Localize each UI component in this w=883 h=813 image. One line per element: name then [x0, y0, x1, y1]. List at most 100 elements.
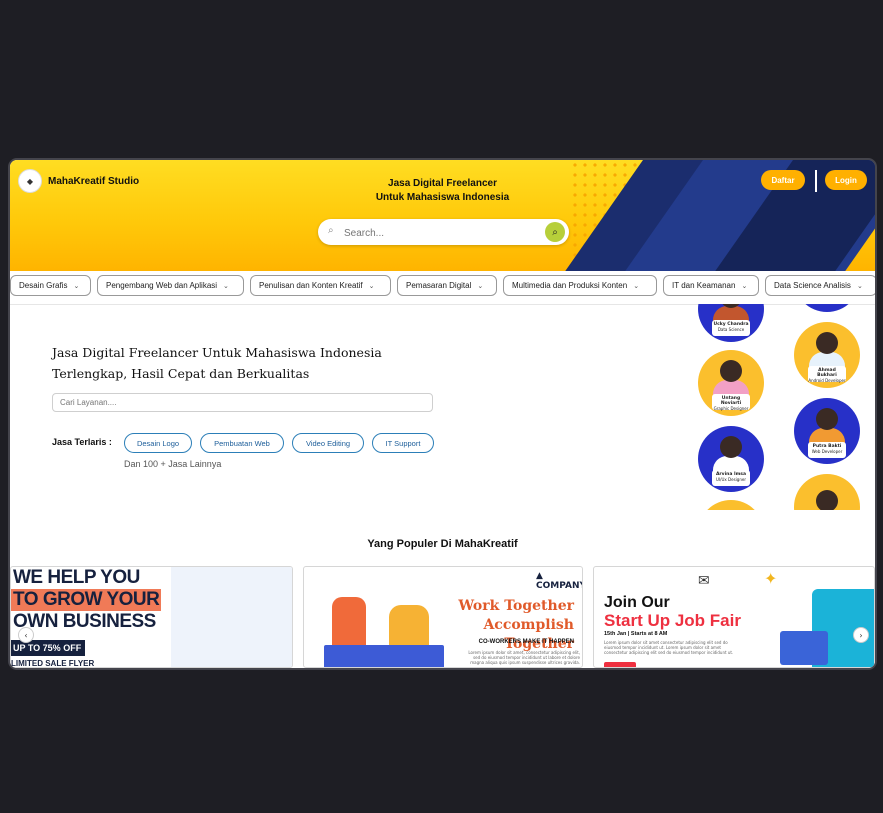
freelancer-name: Ahmad Bukhari [817, 368, 837, 378]
chip-it-support[interactable]: IT Support [372, 433, 434, 453]
service-search-input[interactable] [52, 393, 433, 412]
category-penulisan[interactable]: Penulisan dan Konten Kreatif ⌄ [250, 275, 391, 296]
chip-video-editing[interactable]: Video Editing [292, 433, 364, 453]
tagline-line: Jasa Digital Freelancer Untuk Mahasiswa … [52, 345, 382, 360]
chevron-right-icon: › [859, 630, 863, 640]
card-title-line: OWN BUSINESS [13, 611, 156, 632]
category-label: Multimedia dan Produksi Konten [512, 281, 628, 290]
header-search-input[interactable] [342, 223, 536, 243]
card-title-line: TO GROW YOUR [13, 589, 160, 610]
category-label: Desain Grafis [19, 281, 68, 290]
chevron-down-icon: ⌄ [477, 282, 484, 290]
freelancer-avatar[interactable] [794, 304, 860, 312]
card-title: Work Together Accomplish Together [434, 597, 574, 654]
chip-desain-logo[interactable]: Desain Logo [124, 433, 192, 453]
more-services-text: Dan 100 + Jasa Lainnya [124, 459, 222, 469]
card-title-line: Accomplish Together [483, 617, 574, 652]
card-title-line: WE HELP YOU [13, 567, 140, 588]
card-badge [604, 662, 636, 667]
divider [815, 170, 817, 192]
category-label: Data Science Analisis [774, 281, 851, 290]
headline-line: Untuk Mahasiswa Indonesia [375, 192, 510, 203]
category-bar: Desain Grafis ⌄ Pengembang Web dan Aplika… [10, 271, 875, 305]
hero-header: ◆ MahaKreatif Studio Jasa Digital Freela… [10, 160, 875, 271]
card-body: Lorem ipsum dolor sit amet, consectetur … [468, 650, 580, 665]
freelancer-avatar[interactable]: Putra Bakti Web Developer [794, 398, 860, 464]
freelancer-avatar[interactable]: Ucky Chandra Data Science [698, 304, 764, 342]
card-title-line: Join Our [604, 594, 670, 611]
popular-title: Yang Populer Di MahaKreatif [367, 538, 518, 550]
chevron-down-icon: ⌄ [223, 282, 229, 290]
freelancer-avatar[interactable]: Ahmad Bukhari Android Developer [794, 322, 860, 388]
card-footer: LIMITED SALE FLYER [11, 659, 95, 668]
category-label: Penulisan dan Konten Kreatif [259, 281, 363, 290]
freelancer-tag: Putra Bakti Web Developer [808, 442, 846, 458]
card-illustration [171, 567, 292, 667]
freelancer-role: UI/Ux Designer [716, 477, 746, 482]
freelancer-role: Android Developer [808, 378, 846, 383]
laptop-illustration [780, 631, 828, 665]
card-title-line: Start Up Job Fair [604, 611, 741, 630]
chevron-down-icon: ⌄ [633, 282, 640, 290]
category-pemasaran-digital[interactable]: Pemasaran Digital ⌄ [397, 275, 497, 296]
chevron-down-icon: ⌄ [73, 282, 80, 290]
header-search: ⌕ ⌕ [318, 219, 569, 245]
company-name: COMPANY [536, 581, 583, 591]
card-body: Lorem ipsum dolor sit amet consectetur a… [604, 640, 734, 655]
person-illustration [816, 332, 838, 354]
chevron-down-icon: ⌄ [856, 282, 863, 290]
tagline-line: Terlengkap, Hasil Cepat dan Berkualitas [52, 366, 310, 381]
card-title-line: Work Together [458, 598, 574, 614]
freelancer-avatar[interactable]: Untang Noviarti Graphic Designer [698, 350, 764, 416]
person-illustration [816, 490, 838, 510]
freelancer-role: Web Developer [811, 449, 843, 454]
popular-card[interactable]: Join Our Start Up Job Fair 15th Jan | St… [593, 566, 875, 668]
company-logo: ▲ COMPANY [536, 571, 583, 591]
register-button[interactable]: Daftar [761, 170, 805, 190]
freelancer-avatar[interactable] [698, 500, 764, 510]
header-headline: Jasa Digital Freelancer Untuk Mahasiswa … [10, 177, 875, 205]
category-desain-grafis[interactable]: Desain Grafis ⌄ [10, 275, 91, 296]
chevron-left-icon: ‹ [24, 630, 28, 640]
lightbulb-icon: ✦ [764, 569, 778, 588]
category-pengembang-web[interactable]: Pengembang Web dan Aplikasi ⌄ [97, 275, 244, 296]
search-icon: ⌕ [552, 226, 558, 238]
person-illustration [720, 436, 742, 458]
freelancer-role: Data Science [717, 327, 745, 332]
freelancer-name: Untang Noviarti [720, 396, 742, 406]
category-data-science[interactable]: Data Science Analisis ⌄ [765, 275, 875, 296]
search-button[interactable]: ⌕ [545, 222, 565, 242]
freelancer-avatar[interactable]: Arvina Imsa UI/Ux Designer [698, 426, 764, 492]
chip-pembuatan-web[interactable]: Pembuatan Web [200, 433, 284, 453]
freelancer-avatar[interactable] [794, 474, 860, 510]
chevron-down-icon: ⌄ [368, 282, 375, 290]
category-multimedia[interactable]: Multimedia dan Produksi Konten ⌄ [503, 275, 657, 296]
headline-line: Jasa Digital Freelancer [388, 178, 497, 189]
freelancer-role: Graphic Designer [713, 406, 749, 411]
category-it-keamanan[interactable]: IT dan Keamanan ⌄ [663, 275, 759, 296]
category-label: IT dan Keamanan [672, 281, 736, 290]
login-button[interactable]: Login [825, 170, 867, 190]
category-label: Pengembang Web dan Aplikasi [106, 281, 218, 290]
chevron-down-icon: ⌄ [741, 282, 748, 290]
person-illustration [816, 408, 838, 430]
envelope-icon: ✉ [698, 573, 710, 589]
card-subtitle: CO-WORKERS MAKE IT HAPPEN [478, 639, 574, 645]
freelancer-tag: Ucky Chandra Data Science [712, 320, 750, 336]
category-label: Pemasaran Digital [406, 281, 472, 290]
freelancer-tag: Arvina Imsa UI/Ux Designer [712, 470, 750, 486]
freelancer-avatars: Ucky Chandra Data Science Ahmad Bukhari An… [690, 304, 875, 510]
freelancer-tag: Ahmad Bukhari Android Developer [808, 366, 846, 383]
carousel-prev-button[interactable]: ‹ [18, 627, 34, 643]
popular-card[interactable]: WE HELP YOU TO GROW YOUR OWN BUSINESS UP… [10, 566, 293, 668]
person-illustration [720, 360, 742, 382]
bestseller-label: Jasa Terlaris : [52, 437, 112, 447]
desk-illustration [324, 645, 444, 667]
search-icon: ⌕ [328, 225, 334, 236]
carousel-next-button[interactable]: › [853, 627, 869, 643]
freelancer-tag: Untang Noviarti Graphic Designer [712, 394, 750, 411]
company-logo-icon: ▲ [536, 571, 543, 581]
card-date: 15th Jan | Starts at 8 AM [604, 631, 668, 637]
browser-frame: ◆ MahaKreatif Studio Jasa Digital Freela… [8, 158, 877, 670]
popular-card[interactable]: ▲ COMPANY Work Together Accomplish Toget… [303, 566, 583, 668]
